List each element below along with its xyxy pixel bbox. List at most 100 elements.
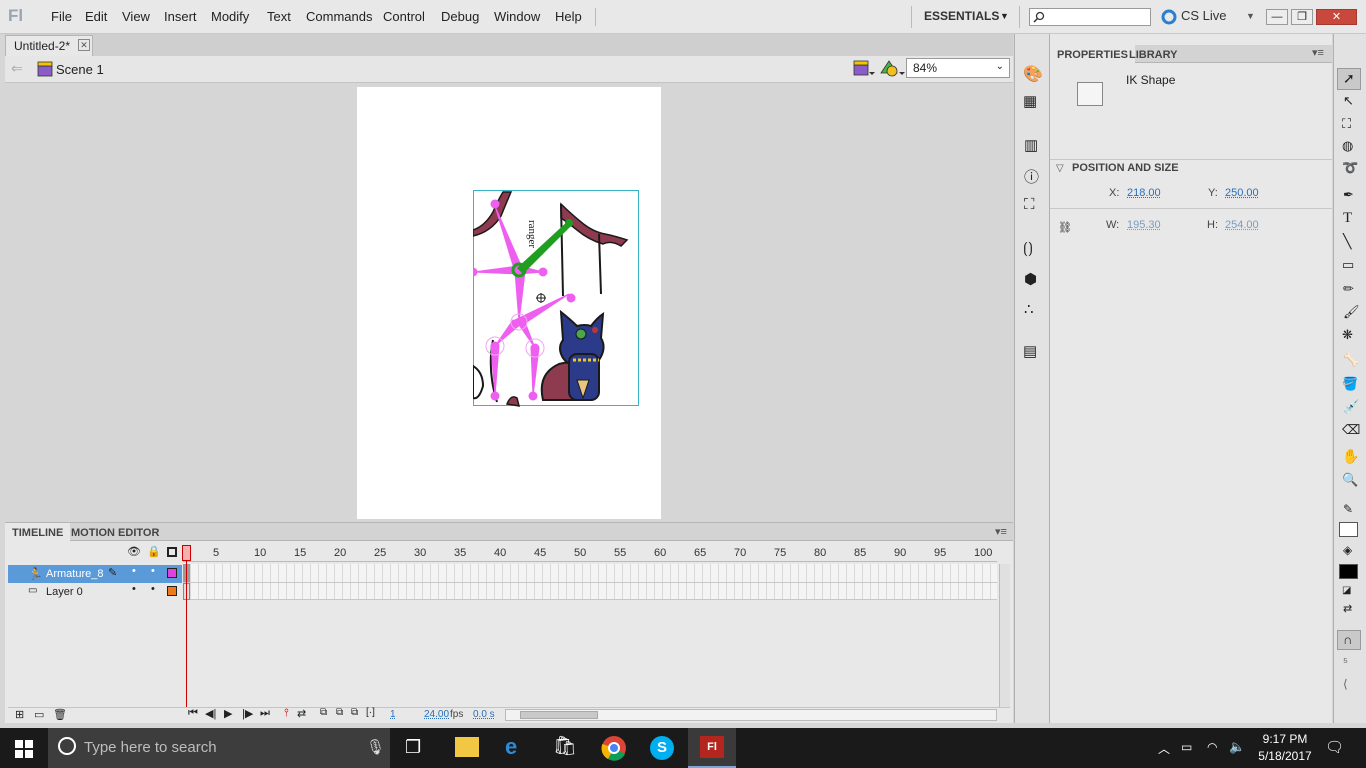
- transform-icon[interactable]: ⛶: [1024, 196, 1035, 213]
- pen-tool-icon[interactable]: ✒: [1343, 187, 1354, 203]
- menu-insert[interactable]: Insert: [164, 9, 197, 24]
- bone-tool-icon[interactable]: 🦴: [1343, 352, 1359, 368]
- ik-armature-shape[interactable]: ranger: [473, 190, 640, 407]
- store-icon[interactable]: 🛍: [553, 734, 581, 762]
- chrome-icon[interactable]: [601, 735, 627, 761]
- visibility-dot[interactable]: •: [132, 583, 136, 595]
- menu-view[interactable]: View: [122, 9, 150, 24]
- new-folder-icon[interactable]: ▭: [34, 708, 44, 721]
- tab-timeline[interactable]: TIMELINE: [5, 523, 71, 543]
- components-icon[interactable]: ⬢: [1024, 270, 1037, 288]
- scroll-thumb[interactable]: [520, 711, 598, 719]
- eye-icon[interactable]: 👁: [127, 545, 141, 558]
- skype-icon[interactable]: S: [650, 736, 674, 760]
- brush-tool-icon[interactable]: 🖌: [1343, 304, 1360, 320]
- free-transform-tool-icon[interactable]: ⛶: [1342, 116, 1351, 132]
- zoom-tool-icon[interactable]: 🔍: [1342, 472, 1358, 488]
- x-value[interactable]: 218.00: [1127, 187, 1161, 199]
- back-arrow-icon[interactable]: ⇐: [11, 60, 23, 77]
- hand-tool-icon[interactable]: ✋: [1342, 448, 1359, 465]
- restore-button[interactable]: ❐: [1291, 9, 1313, 25]
- layer-color-swatch[interactable]: [167, 568, 177, 578]
- project-icon[interactable]: ▤: [1023, 342, 1037, 360]
- chevron-up-icon[interactable]: ︿: [1158, 740, 1170, 757]
- task-view-icon[interactable]: ❐: [405, 734, 433, 762]
- tab-library[interactable]: LIBRARY: [1122, 45, 1184, 65]
- minimize-button[interactable]: —: [1266, 9, 1288, 25]
- y-value[interactable]: 250.00: [1225, 187, 1259, 199]
- menu-commands[interactable]: Commands: [306, 9, 372, 24]
- edit-scene-icon[interactable]: [853, 60, 875, 78]
- tab-motion-editor[interactable]: MOTION EDITOR: [64, 523, 166, 543]
- zoom-select[interactable]: 84% ⌄: [906, 58, 1010, 78]
- volume-icon[interactable]: 🔈: [1229, 739, 1245, 755]
- chevron-down-icon[interactable]: ▼: [1000, 11, 1009, 21]
- smooth-icon[interactable]: ⁵: [1343, 655, 1348, 669]
- edit-multiple-icon[interactable]: ⧉: [351, 707, 358, 718]
- onion-outline-icon[interactable]: ⧉: [336, 707, 343, 718]
- menu-modify[interactable]: Modify: [211, 9, 249, 24]
- first-frame-icon[interactable]: ⏮: [188, 707, 198, 720]
- actions-icon[interactable]: ⟮⟯: [1023, 240, 1033, 257]
- taskbar-search-input[interactable]: Type here to search 🎙: [48, 728, 390, 768]
- selection-tool-icon[interactable]: ➚: [1343, 70, 1355, 87]
- action-center-icon[interactable]: 🗨: [1325, 738, 1344, 756]
- battery-icon[interactable]: ▭: [1181, 740, 1192, 754]
- lock-dot[interactable]: •: [151, 565, 155, 577]
- menu-help[interactable]: Help: [555, 9, 582, 24]
- chevron-down-icon[interactable]: ▼: [1246, 11, 1255, 21]
- timeline-hscrollbar[interactable]: [505, 709, 997, 721]
- h-value[interactable]: 254.00: [1225, 219, 1259, 231]
- fill-color-swatch[interactable]: [1339, 564, 1358, 579]
- file-explorer-icon[interactable]: [455, 737, 479, 757]
- taskbar-clock[interactable]: 9:17 PM 5/18/2017: [1250, 731, 1320, 765]
- swap-colors-icon[interactable]: ⇄: [1343, 602, 1352, 615]
- deco-tool-icon[interactable]: ❋: [1342, 327, 1353, 343]
- line-tool-icon[interactable]: ╲: [1343, 233, 1351, 250]
- edge-icon[interactable]: e: [505, 734, 533, 762]
- layer-row-armature[interactable]: 🏃 Armature_8 ✎ • •: [8, 565, 182, 583]
- lock-icon[interactable]: 🔒: [147, 545, 161, 558]
- subselection-tool-icon[interactable]: ↖: [1343, 93, 1354, 109]
- play-icon[interactable]: ▶: [224, 707, 232, 720]
- menu-file[interactable]: File: [51, 9, 72, 24]
- visibility-dot[interactable]: •: [132, 565, 136, 577]
- flash-taskbar-button[interactable]: Fl: [688, 728, 736, 768]
- fill-color-icon[interactable]: ◈: [1343, 543, 1352, 557]
- document-tab[interactable]: Untitled-2* ✕: [5, 35, 93, 56]
- link-icon[interactable]: ⛓: [1058, 221, 1072, 234]
- straighten-icon[interactable]: ⟨: [1343, 677, 1348, 691]
- frame-rate[interactable]: 24.00: [424, 709, 449, 720]
- swatches-icon[interactable]: 🎨: [1023, 64, 1043, 84]
- onion-skin-icon[interactable]: ⧉: [320, 707, 327, 718]
- menu-edit[interactable]: Edit: [85, 9, 107, 24]
- menu-window[interactable]: Window: [494, 9, 540, 24]
- lasso-tool-icon[interactable]: ➰: [1342, 160, 1358, 176]
- close-tab-icon[interactable]: ✕: [78, 39, 90, 51]
- paint-bucket-tool-icon[interactable]: 🪣: [1342, 376, 1358, 392]
- panel-menu-icon[interactable]: ▾≡: [1312, 46, 1324, 59]
- align-icon[interactable]: ▥: [1024, 136, 1038, 154]
- pencil-tool-icon[interactable]: ✏: [1343, 281, 1354, 297]
- step-back-icon[interactable]: ◀|: [205, 707, 216, 720]
- help-search-input[interactable]: [1029, 8, 1151, 26]
- menu-debug[interactable]: Debug: [441, 9, 479, 24]
- playhead[interactable]: [182, 545, 191, 561]
- timeline-vscrollbar[interactable]: [999, 564, 1010, 708]
- scene-name[interactable]: Scene 1: [56, 62, 104, 77]
- panel-menu-icon[interactable]: ▾≡: [995, 525, 1007, 538]
- edit-symbols-icon[interactable]: [879, 59, 905, 79]
- w-value[interactable]: 195.30: [1127, 219, 1161, 231]
- eraser-tool-icon[interactable]: ⌫: [1342, 422, 1360, 438]
- step-forward-icon[interactable]: |▶: [242, 707, 253, 720]
- grid-icon[interactable]: ▦: [1023, 92, 1037, 110]
- stroke-color-swatch[interactable]: [1339, 522, 1358, 537]
- wifi-icon[interactable]: ◠: [1207, 740, 1217, 754]
- layer-row-layer0[interactable]: ▭ Layer 0 • •: [8, 583, 182, 601]
- stroke-color-icon[interactable]: ✎: [1343, 502, 1353, 516]
- stage[interactable]: ranger: [357, 87, 661, 519]
- loop-icon[interactable]: ⇄: [297, 707, 306, 720]
- menu-text[interactable]: Text: [267, 9, 291, 24]
- onion-markers-icon[interactable]: [·]: [366, 707, 375, 718]
- cs-live-menu[interactable]: CS Live: [1181, 8, 1227, 23]
